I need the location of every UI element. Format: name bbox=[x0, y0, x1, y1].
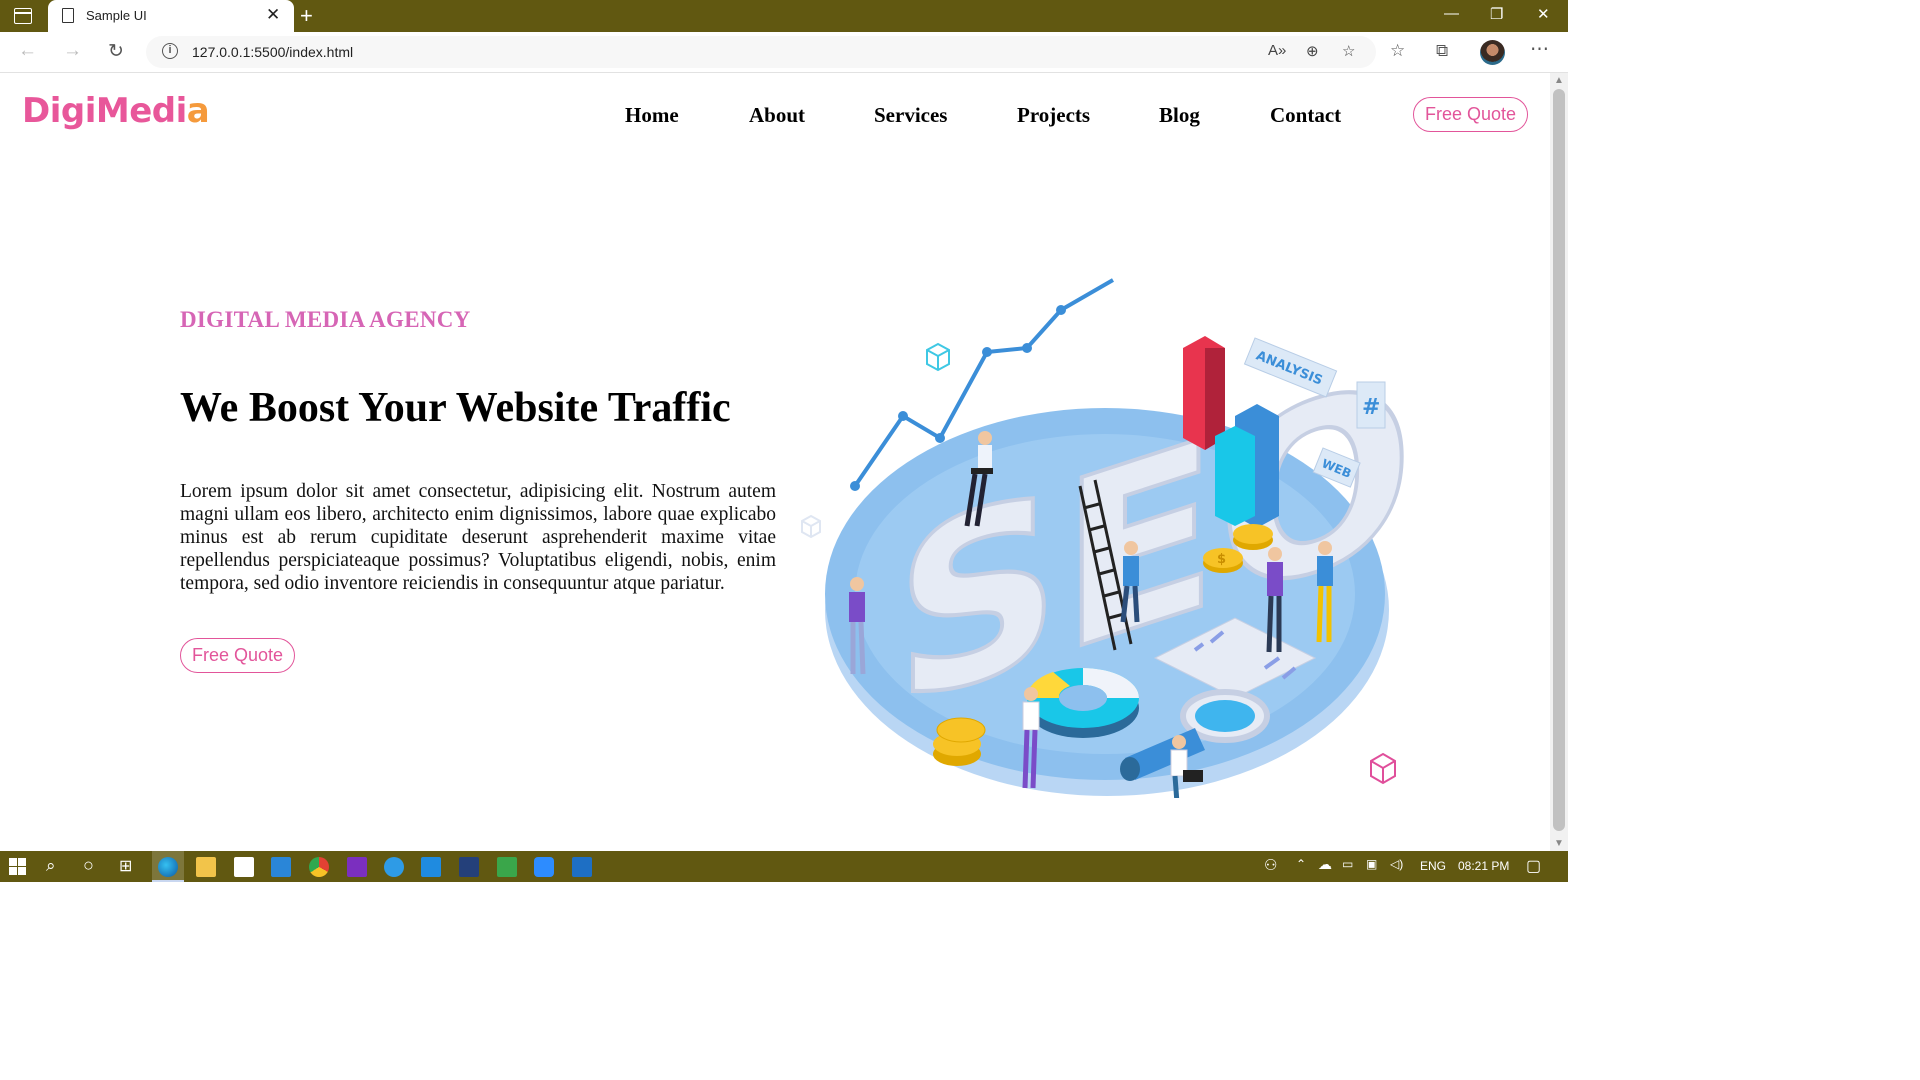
edge-icon[interactable] bbox=[158, 857, 178, 877]
onedrive-icon[interactable]: ☁ bbox=[1318, 856, 1332, 873]
seo-illustration: SEO ANALYSIS WEB # $ bbox=[801, 278, 1415, 798]
mail-icon[interactable] bbox=[271, 857, 291, 877]
hero-kicker: DIGITAL MEDIA AGENCY bbox=[180, 307, 471, 332]
back-icon[interactable]: ← bbox=[18, 40, 37, 62]
photos-icon[interactable] bbox=[572, 857, 592, 877]
read-aloud-icon[interactable]: A» bbox=[1268, 42, 1286, 59]
hash-tag: # bbox=[1356, 381, 1386, 429]
skype-icon[interactable] bbox=[384, 857, 404, 877]
nav-services[interactable]: Services bbox=[874, 103, 947, 128]
cube-icon-faint bbox=[801, 514, 821, 539]
scroll-down-icon[interactable]: ▼ bbox=[1554, 838, 1564, 849]
minimize-icon[interactable]: — bbox=[1444, 5, 1459, 22]
powershell-icon[interactable] bbox=[459, 857, 479, 877]
browser-toolbar: ← → ↻ i 127.0.0.1:5500/index.html A» ⊕ ☆… bbox=[0, 32, 1568, 73]
new-tab-icon[interactable]: + bbox=[300, 3, 313, 29]
refresh-icon[interactable]: ↻ bbox=[108, 40, 124, 63]
file-explorer-icon[interactable] bbox=[196, 857, 216, 877]
logo-accent: a bbox=[186, 91, 210, 131]
hero-headline: We Boost Your Website Traffic bbox=[180, 385, 731, 431]
url-text[interactable]: 127.0.0.1:5500/index.html bbox=[192, 44, 353, 60]
windows-taskbar: ⌕ ○ ⊞ ⚇ ⌃ ☁ ▭ ▣ ◁) ENG 08:21 PM ▢ bbox=[0, 851, 1568, 882]
drive-icon[interactable] bbox=[497, 857, 517, 877]
header-free-quote-button[interactable]: Free Quote bbox=[1413, 97, 1528, 132]
add-favorite-icon[interactable]: ☆ bbox=[1342, 42, 1355, 60]
site-logo[interactable]: DigiMedia bbox=[22, 91, 210, 131]
cyan-bar bbox=[1215, 426, 1255, 526]
store-icon[interactable] bbox=[234, 857, 254, 877]
coin-stack-bottom bbox=[933, 717, 986, 766]
donut-chart bbox=[1026, 668, 1139, 738]
zoom-app-icon[interactable] bbox=[534, 857, 554, 877]
cube-icon-cyan bbox=[926, 342, 950, 372]
volume-icon[interactable]: ◁) bbox=[1390, 857, 1403, 871]
collections-icon[interactable]: ⧉ bbox=[1436, 41, 1448, 61]
network-icon[interactable]: ▣ bbox=[1366, 857, 1377, 871]
search-icon[interactable]: ⌕ bbox=[46, 856, 56, 876]
page-icon bbox=[62, 8, 74, 23]
onenote-icon[interactable] bbox=[347, 857, 367, 877]
hero-body-text: Lorem ipsum dolor sit amet consectetur, … bbox=[180, 481, 776, 594]
web-page: DigiMedia Home About Services Projects B… bbox=[0, 73, 1550, 851]
nav-projects[interactable]: Projects bbox=[1017, 103, 1090, 128]
nav-about[interactable]: About bbox=[749, 103, 805, 128]
forward-icon[interactable]: → bbox=[63, 40, 82, 62]
cube-icon-pink bbox=[1370, 752, 1396, 785]
windows-start-icon[interactable] bbox=[9, 858, 26, 875]
scroll-thumb[interactable] bbox=[1553, 89, 1565, 831]
nav-home[interactable]: Home bbox=[625, 103, 679, 128]
vscode-icon[interactable] bbox=[421, 857, 441, 877]
nav-contact[interactable]: Contact bbox=[1270, 103, 1341, 128]
cortana-icon[interactable]: ○ bbox=[83, 855, 94, 876]
battery-icon[interactable]: ▭ bbox=[1342, 857, 1353, 871]
tab-actions-icon[interactable] bbox=[14, 8, 32, 24]
notifications-icon[interactable]: ▢ bbox=[1526, 856, 1541, 876]
browser-tab[interactable]: Sample UI ✕ bbox=[48, 0, 294, 32]
clock[interactable]: 08:21 PM bbox=[1458, 859, 1509, 873]
language-indicator[interactable]: ENG bbox=[1420, 859, 1446, 873]
close-window-icon[interactable]: ✕ bbox=[1537, 5, 1550, 23]
chrome-icon[interactable] bbox=[309, 857, 329, 877]
nav-blog[interactable]: Blog bbox=[1159, 103, 1200, 128]
hash-tag-text: # bbox=[1362, 395, 1380, 420]
more-menu-icon[interactable]: ⋯ bbox=[1530, 38, 1549, 61]
favorites-icon[interactable]: ☆ bbox=[1390, 41, 1405, 61]
tab-title: Sample UI bbox=[86, 8, 147, 23]
hero-free-quote-button[interactable]: Free Quote bbox=[180, 638, 295, 673]
logo-text: DigiMedi bbox=[22, 91, 187, 131]
task-view-icon[interactable]: ⊞ bbox=[119, 856, 132, 876]
close-tab-icon[interactable]: ✕ bbox=[266, 5, 280, 25]
restore-icon[interactable]: ❐ bbox=[1490, 5, 1503, 23]
page-scrollbar[interactable]: ▲ ▼ bbox=[1550, 73, 1568, 851]
site-info-icon[interactable]: i bbox=[162, 43, 178, 59]
profile-avatar[interactable] bbox=[1480, 40, 1505, 65]
show-hidden-icons-icon[interactable]: ⌃ bbox=[1296, 857, 1306, 871]
browser-titlebar: Sample UI ✕ + — ❐ ✕ bbox=[0, 0, 1568, 32]
address-bar[interactable]: i 127.0.0.1:5500/index.html A» ⊕ ☆ bbox=[146, 36, 1376, 68]
scroll-up-icon[interactable]: ▲ bbox=[1554, 75, 1564, 86]
people-icon[interactable]: ⚇ bbox=[1264, 856, 1277, 874]
zoom-icon[interactable]: ⊕ bbox=[1306, 42, 1319, 60]
coin-symbol: $ bbox=[1217, 552, 1226, 567]
